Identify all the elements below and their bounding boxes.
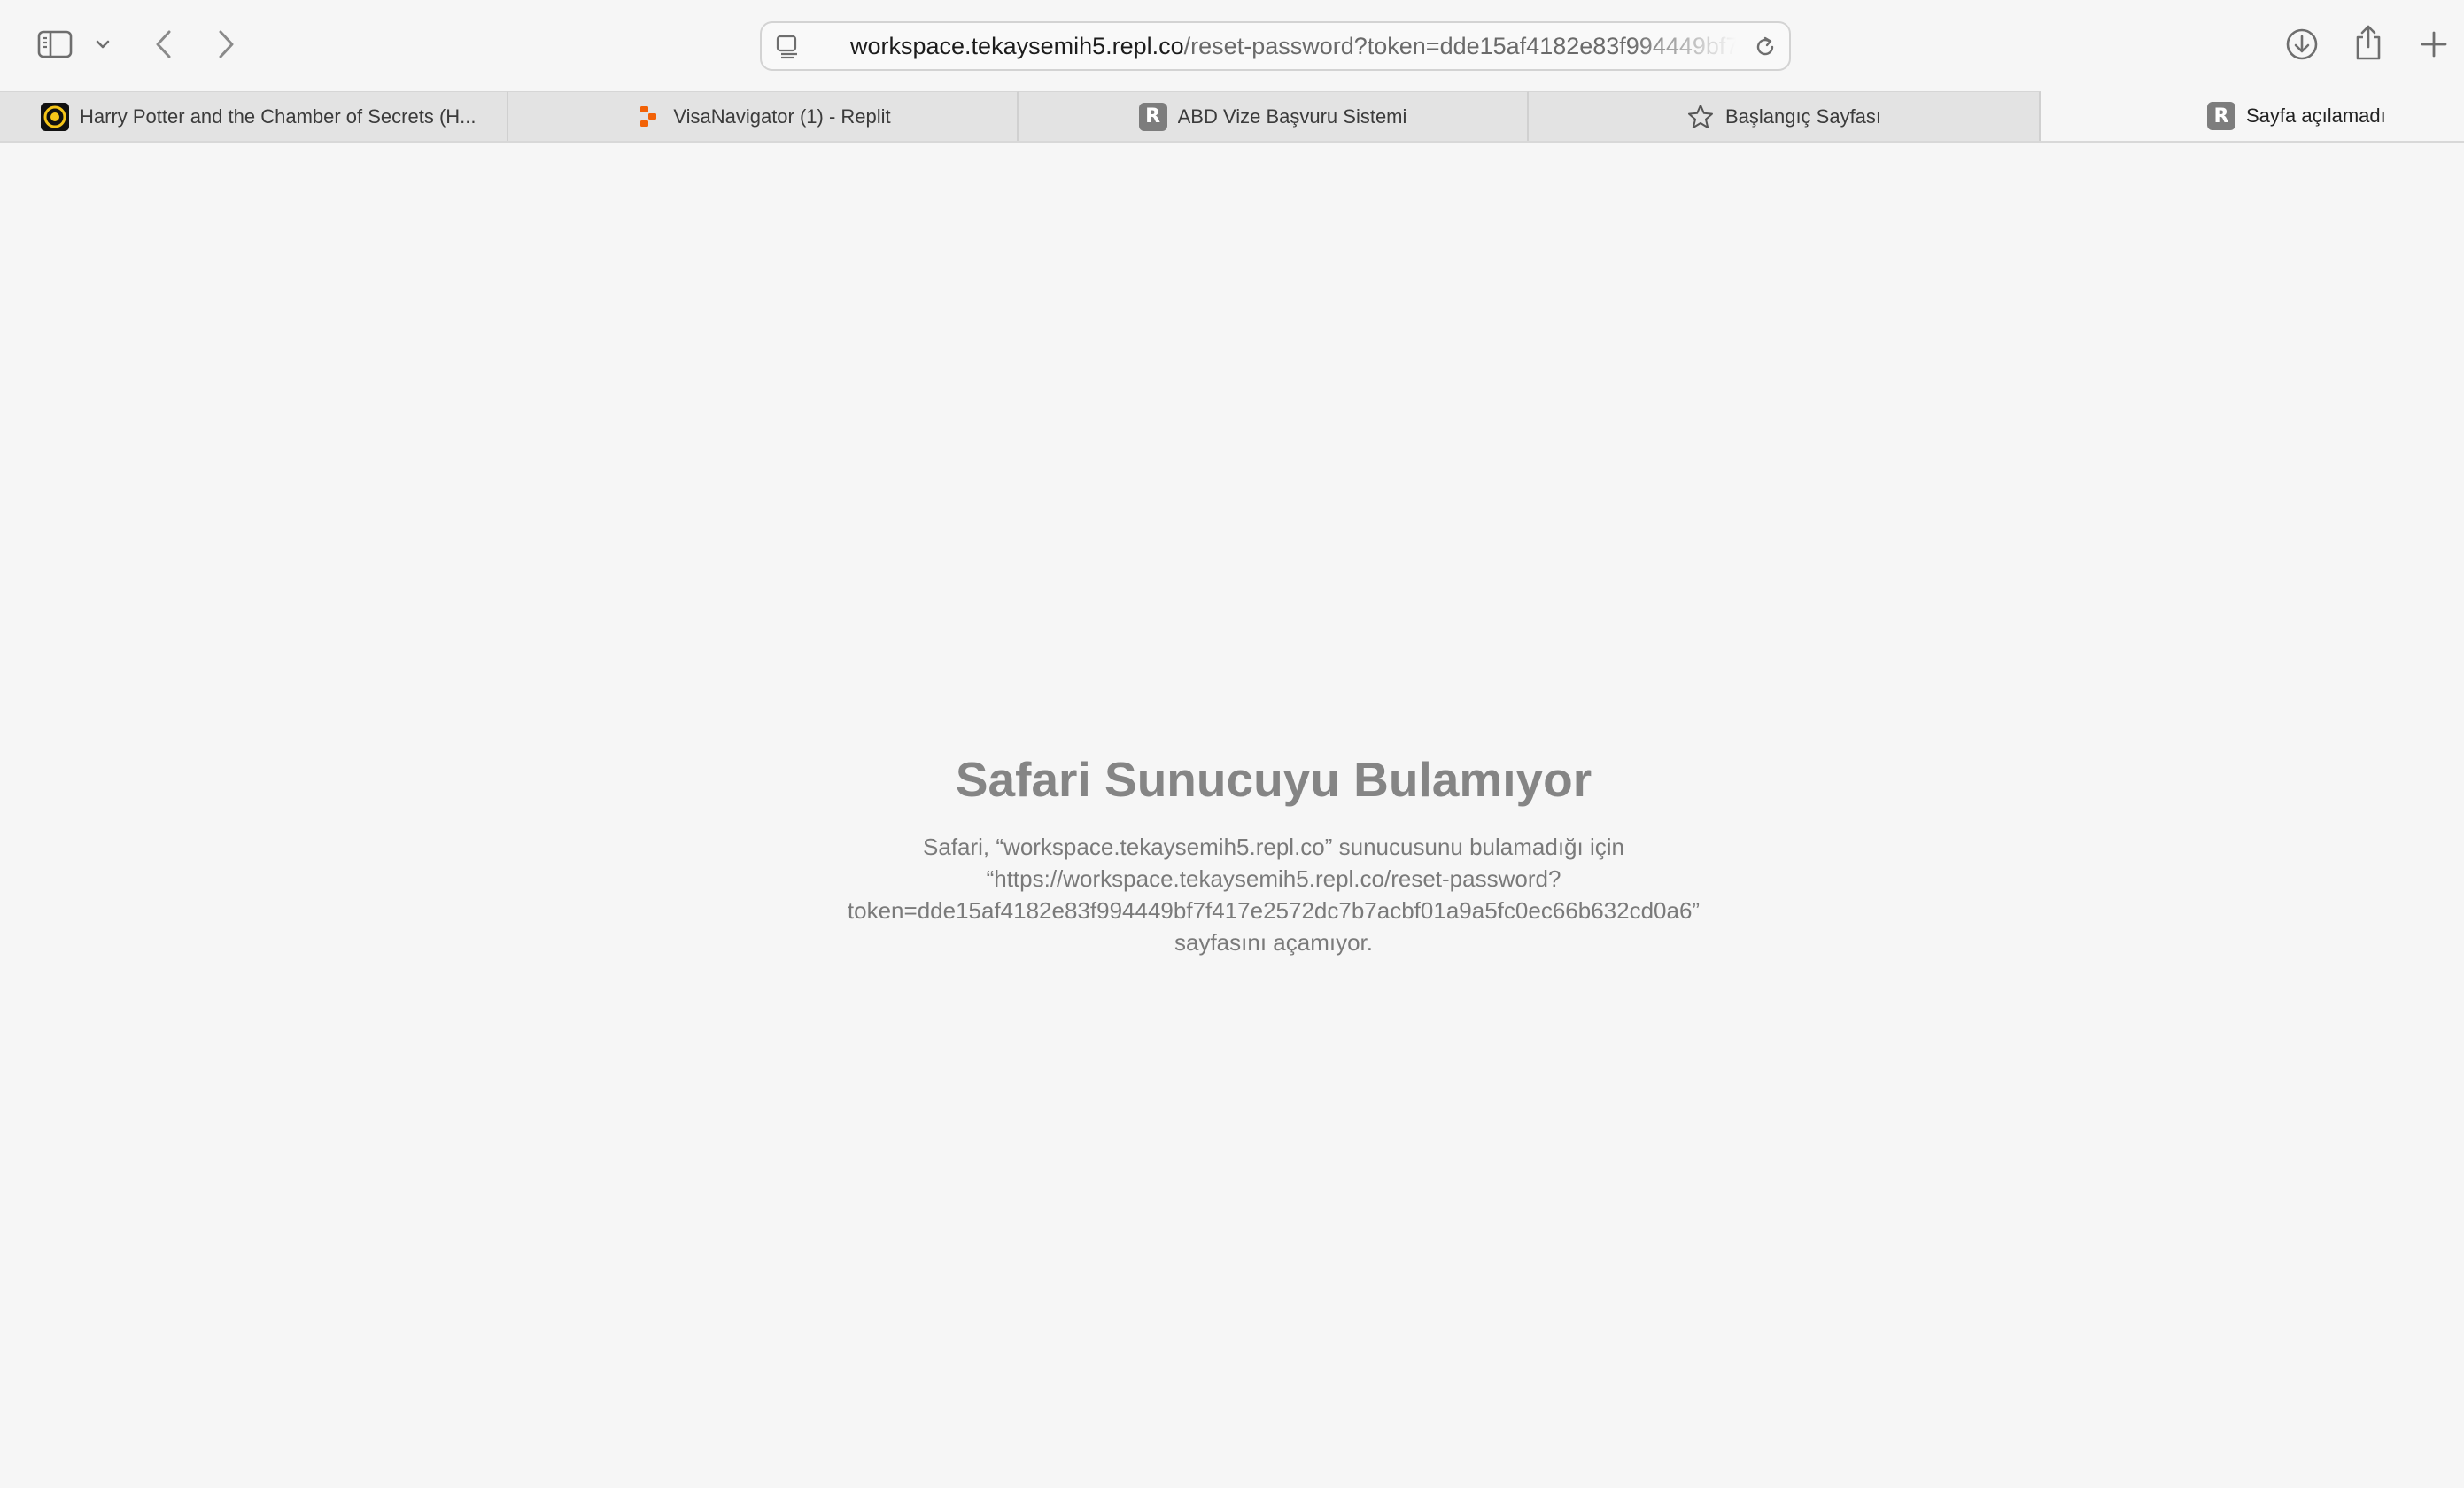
error-page: Safari Sunucuyu Bulamıyor Safari, “works… (0, 744, 2464, 958)
reload-icon[interactable] (1752, 34, 1778, 60)
hp-circle-icon (41, 102, 69, 131)
tab-label: ABD Vize Başvuru Sistemi (1177, 105, 1407, 128)
error-message: Safari, “workspace.tekaysemih5.repl.co” … (778, 831, 1770, 958)
favicon-letter: R (1138, 102, 1167, 131)
forward-arrow-icon[interactable] (209, 25, 243, 64)
error-line: sayfasını açamıyor. (1174, 929, 1373, 956)
tab-visanavigator[interactable]: VisaNavigator (1) - Replit (508, 91, 1019, 141)
tab-label: Harry Potter and the Chamber of Secrets … (80, 105, 477, 128)
error-title: Safari Sunucuyu Bulamıyor (955, 752, 1592, 807)
download-icon[interactable] (2282, 25, 2321, 64)
error-line: token=dde15af4182e83f994449bf7f417e2572d… (847, 897, 1701, 924)
tab-harry-potter[interactable]: Harry Potter and the Chamber of Secrets … (0, 91, 508, 141)
plus-icon[interactable] (2414, 25, 2453, 64)
replit-icon (634, 103, 662, 131)
error-line: “https://workspace.tekaysemih5.repl.co/r… (986, 865, 1561, 892)
favicon-letter: R (2207, 102, 2235, 130)
tab-baslangic[interactable]: Başlangıç Sayfası (1529, 91, 2041, 141)
tab-label: Sayfa açılamadı (2246, 105, 2386, 127)
tab-label: Başlangıç Sayfası (1724, 105, 1882, 128)
share-icon[interactable] (2349, 21, 2388, 64)
r-letter-icon: R (2207, 102, 2235, 130)
back-arrow-icon[interactable] (147, 25, 181, 64)
tab-bar: Harry Potter and the Chamber of Secrets … (0, 91, 2464, 143)
chevron-down-icon[interactable] (90, 32, 115, 57)
star-icon (1686, 103, 1715, 131)
tab-abd-vize[interactable]: R ABD Vize Başvuru Sistemi (1019, 91, 1529, 141)
sidebar-icon[interactable] (34, 27, 76, 62)
tab-sayfa-acilamadi[interactable]: R Sayfa açılamadı (2041, 91, 2464, 141)
browser-toolbar: workspace.tekaysemih5.repl.co/reset-pass… (0, 0, 2464, 91)
url-host: workspace.tekaysemih5.repl.co (850, 33, 1184, 59)
error-line: Safari, “workspace.tekaysemih5.repl.co” … (923, 833, 1624, 860)
address-bar[interactable]: workspace.tekaysemih5.repl.co/reset-pass… (760, 21, 1791, 71)
r-letter-icon: R (1138, 102, 1167, 131)
page-menu-icon[interactable] (774, 34, 801, 60)
tab-label: VisaNavigator (1) - Replit (673, 105, 891, 128)
url-text[interactable]: workspace.tekaysemih5.repl.co/reset-pass… (850, 23, 1736, 69)
url-path: /reset-password?token=dde15af4182e83f994… (1183, 33, 1736, 59)
